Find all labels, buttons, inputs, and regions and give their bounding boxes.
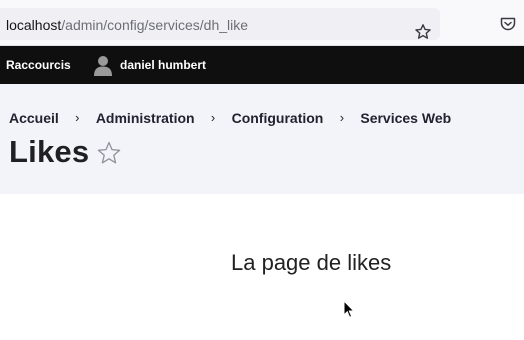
page-header: Accueil › Administration › Configuration… — [0, 84, 524, 194]
url-path: /admin/config/services/dh_like — [61, 17, 249, 33]
breadcrumb-separator: › — [210, 110, 216, 125]
toolbar-user-menu[interactable]: daniel humbert — [91, 52, 206, 78]
breadcrumb-item-accueil[interactable]: Accueil — [9, 110, 59, 126]
page-title: Likes — [9, 134, 90, 169]
breadcrumb-item-configuration[interactable]: Configuration — [232, 110, 324, 126]
breadcrumb-item-services-web[interactable]: Services Web — [360, 110, 451, 126]
pocket-icon[interactable] — [499, 15, 517, 33]
breadcrumb-separator: › — [339, 110, 345, 125]
admin-toolbar: Raccourcis daniel humbert — [0, 46, 524, 84]
address-bar[interactable]: localhost/admin/config/services/dh_like — [0, 8, 440, 40]
browser-toolbar: localhost/admin/config/services/dh_like — [0, 0, 524, 46]
page-content-text: La page de likes — [231, 250, 392, 275]
bookmark-star-icon[interactable] — [414, 23, 432, 41]
url-host: localhost — [6, 17, 62, 33]
breadcrumb-item-administration[interactable]: Administration — [96, 110, 195, 126]
url-text[interactable]: localhost/admin/config/services/dh_like — [6, 17, 248, 33]
breadcrumb-separator: › — [75, 110, 80, 125]
mouse-cursor-icon — [343, 300, 355, 318]
breadcrumb: Accueil › Administration › Configuration… — [9, 110, 451, 126]
user-name: daniel humbert — [120, 58, 207, 72]
toolbar-shortcuts-link[interactable]: Raccourcis — [6, 58, 71, 72]
user-icon — [94, 56, 112, 76]
favorite-star-icon[interactable] — [96, 140, 122, 166]
